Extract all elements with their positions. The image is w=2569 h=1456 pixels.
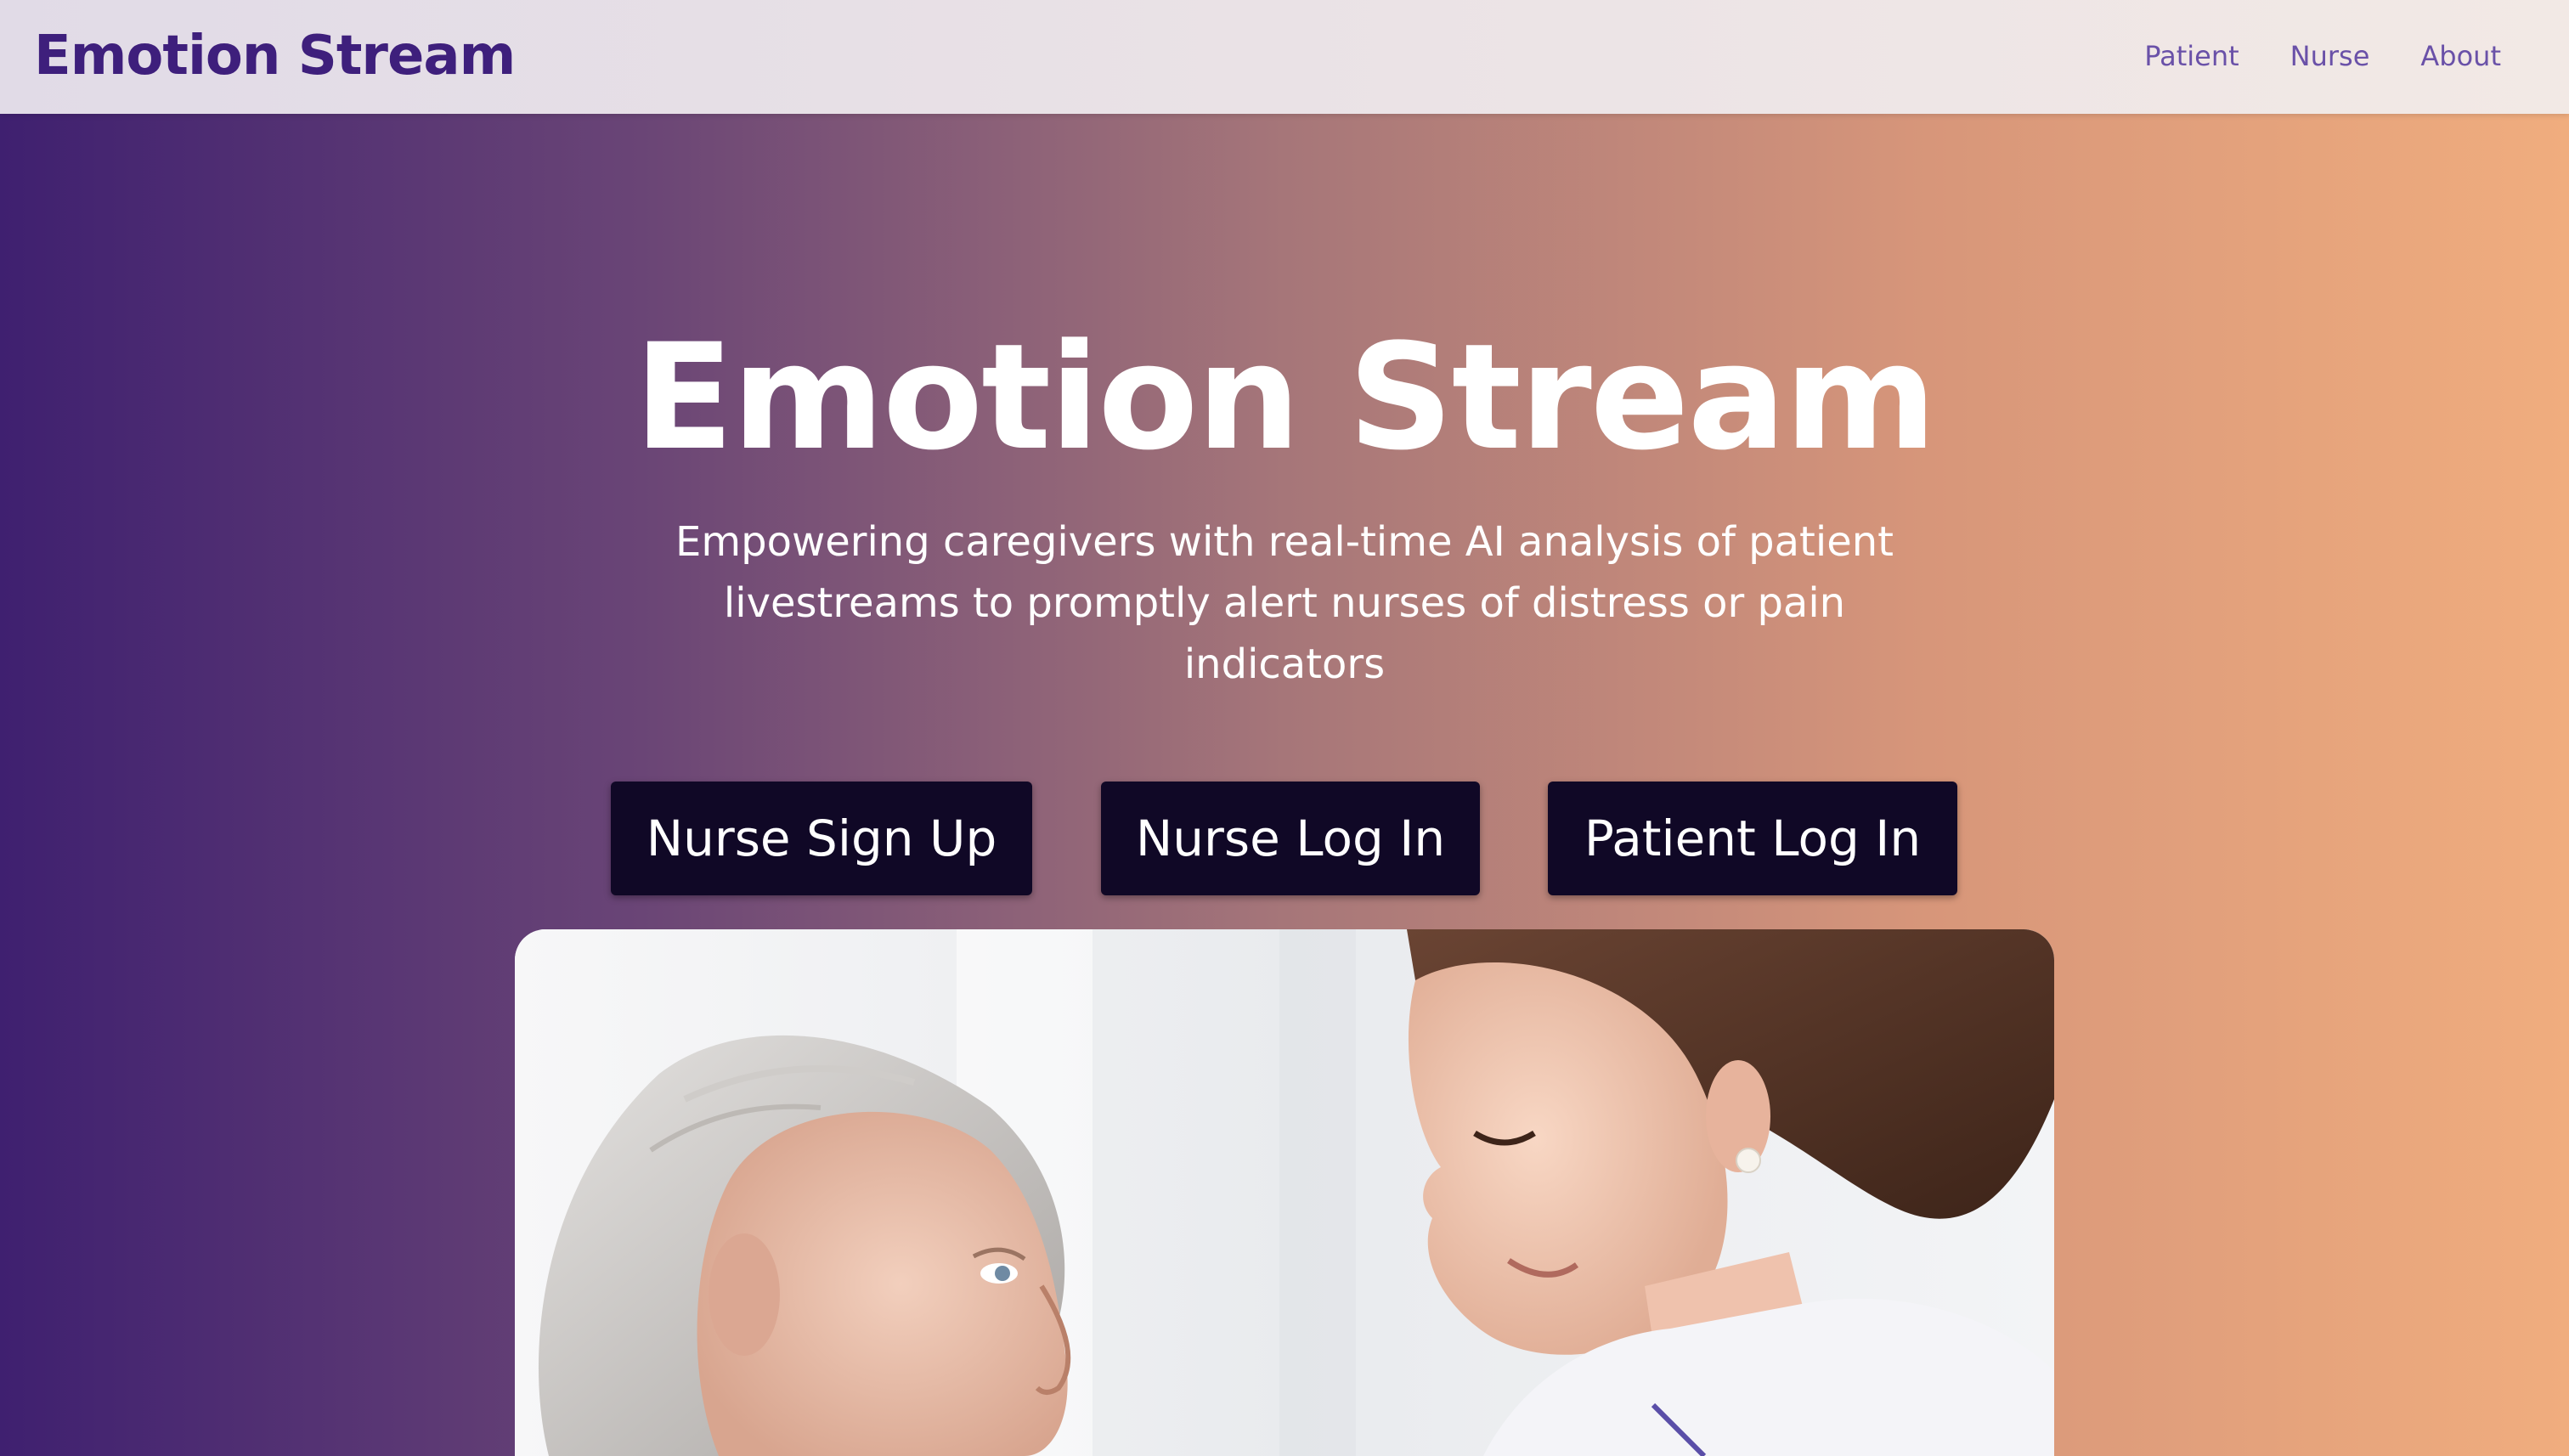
nav-links: Patient Nurse About [2144,34,2501,78]
navbar: Emotion Stream Patient Nurse About [0,0,2569,114]
nurse-log-in-button[interactable]: Nurse Log In [1101,782,1480,895]
nav-link-nurse[interactable]: Nurse [2290,34,2370,78]
nav-link-about[interactable]: About [2420,34,2501,78]
hero-title: Emotion Stream [634,312,1936,483]
patient-log-in-button[interactable]: Patient Log In [1548,782,1957,895]
hero-subtitle: Empowering caregivers with real-time AI … [675,518,1894,688]
nav-link-patient[interactable]: Patient [2144,34,2239,78]
brand-logo[interactable]: Emotion Stream [34,20,516,92]
nurse-sign-up-button[interactable]: Nurse Sign Up [611,782,1032,895]
hero-photo-nurse-and-patient [515,929,2054,1456]
